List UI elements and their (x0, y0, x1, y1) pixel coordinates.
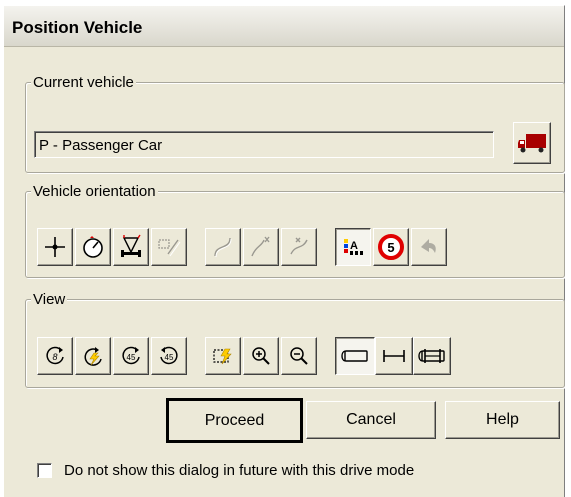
crosshair-icon (45, 237, 65, 257)
rotate-view-button[interactable]: 8 (37, 337, 73, 375)
rotate-bolt-button[interactable] (75, 337, 111, 375)
view-full-button[interactable] (413, 337, 451, 375)
color-label-button[interactable]: A (335, 228, 371, 266)
zoom-out-button[interactable] (281, 337, 317, 375)
position-vehicle-dialog: Position Vehicle Current vehicle P - Pas… (3, 5, 565, 497)
rotate-45-left-button[interactable]: 45 (113, 337, 149, 375)
vehicle-orientation-group: Vehicle orientation A 5 (25, 183, 565, 278)
help-button[interactable]: Help (445, 401, 560, 439)
cancel-button[interactable]: Cancel (306, 401, 436, 439)
svg-text:5: 5 (387, 240, 394, 255)
current-vehicle-group: Current vehicle P - Passenger Car (25, 74, 565, 173)
view-axle-button[interactable] (375, 337, 413, 375)
zoom-out-icon (290, 347, 308, 365)
view-legend: View (31, 291, 68, 308)
current-vehicle-legend: Current vehicle (31, 74, 136, 91)
view-group: View 8 45 45 (25, 291, 565, 388)
svg-text:45: 45 (165, 353, 174, 362)
view-full-icon (418, 349, 445, 363)
rotate-45-right-icon: 45 (160, 346, 178, 365)
speed-sign-button[interactable]: 5 (373, 228, 409, 266)
title-bar[interactable]: Position Vehicle (4, 6, 564, 47)
svg-text:8: 8 (52, 352, 57, 362)
crosshair-button[interactable] (37, 228, 73, 266)
rear-position-icon (158, 239, 181, 257)
view-body-icon (341, 350, 368, 362)
zoom-bolt-icon (213, 348, 232, 365)
path-icon-3 (290, 237, 308, 255)
steer-angle-button[interactable] (113, 228, 149, 266)
steer-angle-icon (121, 234, 141, 257)
rotate-view-icon: 8 (46, 346, 64, 365)
path-icon-1 (214, 237, 232, 258)
undo-button (411, 228, 447, 266)
path-icon-2 (251, 236, 270, 257)
svg-text:A: A (350, 240, 358, 252)
rotate-dial-button[interactable] (75, 228, 111, 266)
zoom-bolt-button[interactable] (205, 337, 241, 375)
color-label-icon: A (344, 239, 363, 255)
dialog-title: Position Vehicle (12, 18, 143, 37)
zoom-in-icon (252, 347, 270, 365)
select-vehicle-button[interactable] (513, 122, 551, 164)
view-body-button[interactable] (335, 337, 375, 375)
truck-icon (518, 134, 546, 153)
path-button-2 (243, 228, 279, 266)
svg-text:45: 45 (127, 353, 136, 362)
rotate-bolt-icon (84, 347, 102, 366)
dont-show-checkbox[interactable] (37, 463, 52, 478)
view-axle-icon (383, 350, 405, 362)
rotate-45-left-icon: 45 (122, 346, 140, 365)
zoom-in-button[interactable] (243, 337, 279, 375)
rotate-dial-icon (83, 236, 103, 258)
rotate-45-right-button[interactable]: 45 (151, 337, 187, 375)
proceed-button[interactable]: Proceed (166, 398, 303, 443)
vehicle-orientation-legend: Vehicle orientation (31, 183, 158, 200)
path-button-3 (281, 228, 317, 266)
speed-sign-icon: 5 (378, 234, 404, 260)
current-vehicle-field[interactable]: P - Passenger Car (34, 131, 494, 158)
rear-position-button (151, 228, 187, 266)
undo-icon (421, 239, 436, 253)
dont-show-label[interactable]: Do not show this dialog in future with t… (64, 462, 414, 479)
path-button-1 (205, 228, 241, 266)
